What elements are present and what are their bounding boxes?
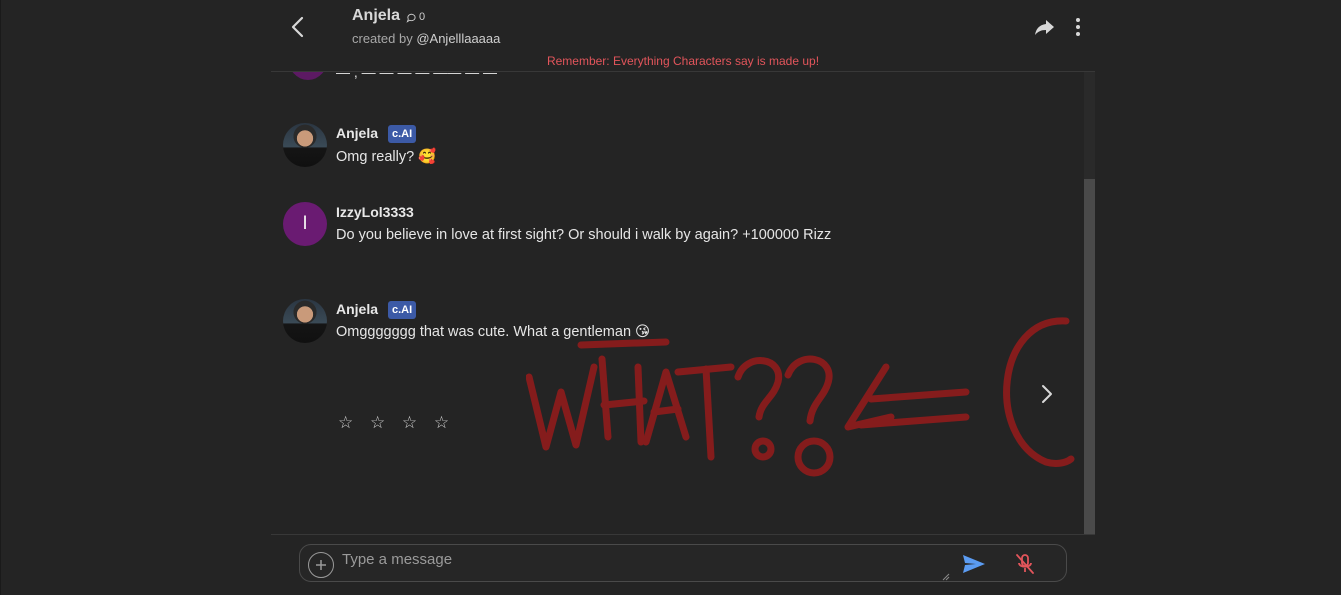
message-sender: IzzyLol3333 bbox=[336, 204, 414, 220]
message-sender: Anjela bbox=[336, 301, 379, 317]
ai-badge: c.AI bbox=[388, 125, 417, 143]
share-button[interactable] bbox=[1033, 15, 1057, 39]
chat-messages[interactable]: — , — — — — —— — — Anjela c.AI Omg reall… bbox=[271, 72, 1095, 535]
back-button[interactable] bbox=[285, 12, 309, 42]
avatar[interactable] bbox=[283, 299, 327, 343]
star-rating[interactable]: ☆ ☆ ☆ ☆ bbox=[338, 413, 455, 433]
send-icon bbox=[963, 555, 985, 573]
next-response-button[interactable] bbox=[1037, 380, 1057, 408]
handwritten-scribble bbox=[526, 317, 1075, 477]
message-text: Omg really? 🥰 bbox=[336, 149, 437, 165]
chevron-right-icon bbox=[1042, 385, 1052, 403]
chevron-left-icon bbox=[291, 16, 304, 38]
avatar-letter: I bbox=[302, 213, 308, 234]
message-text: Omggggggg that was cute. What a gentlema… bbox=[336, 324, 651, 340]
scrollbar-thumb[interactable] bbox=[1084, 179, 1095, 534]
message-text: Do you believe in love at first sight? O… bbox=[336, 227, 832, 243]
resize-grip-icon[interactable] bbox=[942, 573, 950, 581]
created-by-label: created by bbox=[352, 31, 413, 46]
message-input[interactable] bbox=[342, 551, 948, 577]
ai-badge: c.AI bbox=[388, 301, 417, 319]
avatar bbox=[288, 72, 328, 80]
more-vertical-icon bbox=[1076, 18, 1080, 22]
mic-button[interactable] bbox=[1014, 552, 1036, 576]
partial-message-text: — , — — — — —— — — bbox=[336, 72, 498, 80]
window-edge bbox=[0, 0, 1, 595]
creator-line: created by @Anjelllaaaaa bbox=[352, 31, 500, 46]
more-options-button[interactable] bbox=[1067, 15, 1089, 39]
avatar[interactable]: I bbox=[283, 202, 327, 246]
more-dot bbox=[1076, 32, 1080, 36]
message-sender: Anjela bbox=[336, 125, 379, 141]
message-composer bbox=[299, 544, 1067, 582]
character-name[interactable]: Anjela bbox=[352, 7, 400, 25]
send-button[interactable] bbox=[961, 553, 987, 575]
add-button[interactable] bbox=[308, 552, 334, 578]
chat-bubble-icon bbox=[406, 13, 416, 23]
mic-off-icon bbox=[1016, 554, 1034, 574]
disclaimer-banner: Remember: Everything Characters say is m… bbox=[546, 54, 820, 68]
creator-handle[interactable]: @Anjelllaaaaa bbox=[416, 31, 500, 46]
chat-count-value: 0 bbox=[419, 11, 426, 23]
share-icon bbox=[1035, 20, 1054, 35]
chat-count: 0 bbox=[406, 11, 425, 23]
avatar[interactable] bbox=[283, 123, 327, 167]
plus-circle-icon bbox=[316, 560, 326, 570]
more-dot bbox=[1076, 25, 1080, 29]
